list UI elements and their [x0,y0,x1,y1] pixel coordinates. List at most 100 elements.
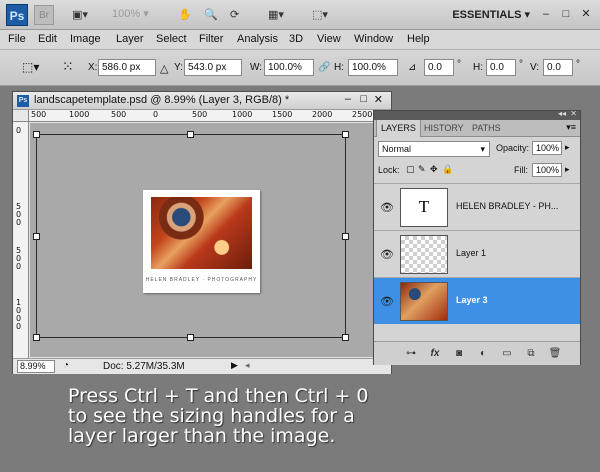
zoom-level-select[interactable]: 100% ▾ [112,7,149,20]
link-icon[interactable]: 🔗 [318,62,330,73]
rotate-view-icon[interactable]: ⟳ [230,6,239,24]
blend-mode-select[interactable]: Normal ▾ [378,141,490,157]
transform-handle-bottom-left[interactable] [33,334,40,341]
lock-transparent-icon[interactable]: ▢ [406,164,415,175]
opacity-arrow-icon[interactable]: ▸ [565,142,570,153]
menu-filter[interactable]: Filter [199,33,223,45]
layer-name: Layer 3 [456,295,488,305]
status-menu-icon[interactable]: ◔ [63,360,69,371]
collapse-panel-icon[interactable]: ◂◂ [558,109,566,118]
image-document: HELEN BRADLEY · PHOTOGRAPHY [143,190,260,293]
layer-row[interactable]: 👁 T HELEN BRADLEY - PH... [374,183,580,230]
layer-row-selected[interactable]: 👁 Layer 3 [374,277,580,324]
menu-layer[interactable]: Layer [116,33,144,45]
layers-panel-footer: ⊶ fx ◙ ◐ ▭ ⧉ 🗑 [374,341,580,365]
opacity-input[interactable]: 100% [532,141,562,155]
vertical-ruler[interactable]: 0 5 0 0 5 0 0 1 0 0 0 [13,122,29,358]
menu-analysis[interactable]: Analysis [237,33,278,45]
lock-all-icon[interactable]: 🔒 [442,164,453,175]
workspace-switcher[interactable]: ESSENTIALS ▾ [452,8,530,21]
ruler-h-label: 500 [111,110,127,119]
doc-maximize-icon[interactable]: □ [360,93,367,105]
photoshop-logo[interactable]: Ps [6,4,28,26]
menu-view[interactable]: View [317,33,341,45]
ruler-origin[interactable] [13,110,29,122]
transform-handle-left[interactable] [33,233,40,240]
tab-layers[interactable]: LAYERS [376,120,421,137]
visibility-eye-icon[interactable]: 👁 [380,201,394,214]
document-size: Doc: 5.27M/35.3M [103,361,185,372]
y-position-input[interactable]: 543.0 px [184,59,242,76]
menu-help[interactable]: Help [407,33,430,45]
menu-window[interactable]: Window [354,33,393,45]
arrange-documents-icon[interactable]: ▦▾ [268,6,284,24]
panel-header[interactable]: ◂◂ ✕ [374,109,580,120]
menu-file[interactable]: File [8,33,26,45]
transform-handle-bottom[interactable] [187,334,194,341]
opacity-label: Opacity: [496,143,530,153]
menu-select[interactable]: Select [156,33,187,45]
ruler-h-label: 2000 [312,110,333,119]
tab-history[interactable]: HISTORY [420,120,468,137]
reference-point-icon[interactable]: ⁙ [62,58,74,75]
fill-arrow-icon[interactable]: ▸ [565,164,570,175]
link-layers-icon[interactable]: ⊶ [404,347,418,361]
hskew-label: H: [473,62,483,73]
scroll-left-icon[interactable]: ◂ [245,360,250,371]
x-position-input[interactable]: 586.0 px [98,59,156,76]
zoom-level-value: 100% [112,8,141,20]
lock-position-icon[interactable]: ✥ [430,164,438,175]
panel-close-icon[interactable]: ✕ [570,109,577,118]
hskew-input[interactable]: 0.0 [486,59,516,76]
vskew-input[interactable]: 0.0 [543,59,573,76]
relative-position-icon[interactable]: △ [160,62,168,75]
horizontal-ruler[interactable]: 500 1000 500 0 500 1000 1500 2000 2500 [29,110,393,122]
transform-handle-top-right[interactable] [342,131,349,138]
close-icon[interactable]: ✕ [578,6,594,22]
layer-style-icon[interactable]: fx [428,347,442,361]
adjustment-layer-icon[interactable]: ◐ [476,347,490,361]
transform-handle-top[interactable] [187,131,194,138]
document-titlebar[interactable]: Ps landscapetemplate.psd @ 8.99% (Layer … [13,92,391,110]
transform-handle-right[interactable] [342,233,349,240]
zoom-tool-icon[interactable]: 🔍 [204,6,218,24]
bridge-logo[interactable]: Br [34,5,54,25]
new-group-icon[interactable]: ▭ [500,347,514,361]
visibility-eye-icon[interactable]: 👁 [380,295,394,308]
layer-thumbnail: T [400,188,448,227]
layer-name: HELEN BRADLEY - PH... [456,201,559,211]
screen-mode-icon[interactable]: ▣▾ [72,6,88,24]
transform-handle-bottom-right[interactable] [342,334,349,341]
lock-image-icon[interactable]: ✎ [418,164,426,175]
layer-row[interactable]: 👁 Layer 1 [374,230,580,277]
document-title: landscapetemplate.psd @ 8.99% (Layer 3, … [34,94,290,106]
ruler-h-label: 0 [153,110,159,119]
panel-tabs: LAYERS HISTORY PATHS ▾≡ [374,120,580,137]
menu-edit[interactable]: Edit [38,33,57,45]
doc-minimize-icon[interactable]: – [345,93,351,105]
screen-mode-select-icon[interactable]: ⬚▾ [312,6,328,24]
status-arrow-icon[interactable]: ▶ [231,360,238,371]
restore-icon[interactable]: □ [558,6,574,22]
height-scale-input[interactable]: 100.0% [348,59,398,76]
tab-paths[interactable]: PATHS [468,120,505,137]
panel-menu-icon[interactable]: ▾≡ [566,122,576,133]
doc-close-icon[interactable]: ✕ [374,93,383,106]
hand-tool-icon[interactable]: ✋ [178,6,192,24]
menu-3d[interactable]: 3D [289,33,303,45]
trash-icon[interactable]: 🗑 [548,347,562,361]
rotate-angle-input[interactable]: 0.0 [424,59,454,76]
width-scale-input[interactable]: 100.0% [264,59,314,76]
new-layer-icon[interactable]: ⧉ [524,347,538,361]
menu-image[interactable]: Image [70,33,101,45]
zoom-level-input[interactable]: 8.99% [17,360,55,373]
add-mask-icon[interactable]: ◙ [452,347,466,361]
fill-input[interactable]: 100% [532,163,562,177]
transform-handle-top-left[interactable] [33,131,40,138]
visibility-eye-icon[interactable]: 👁 [380,248,394,261]
minimize-icon[interactable]: – [538,6,554,22]
hskew-degree: ° [519,59,523,70]
y-label: Y: [174,62,183,73]
transform-tool-icon[interactable]: ⬚▾ [22,60,39,74]
caption-line-1: Press Ctrl + T and then Ctrl + 0 [68,385,369,407]
